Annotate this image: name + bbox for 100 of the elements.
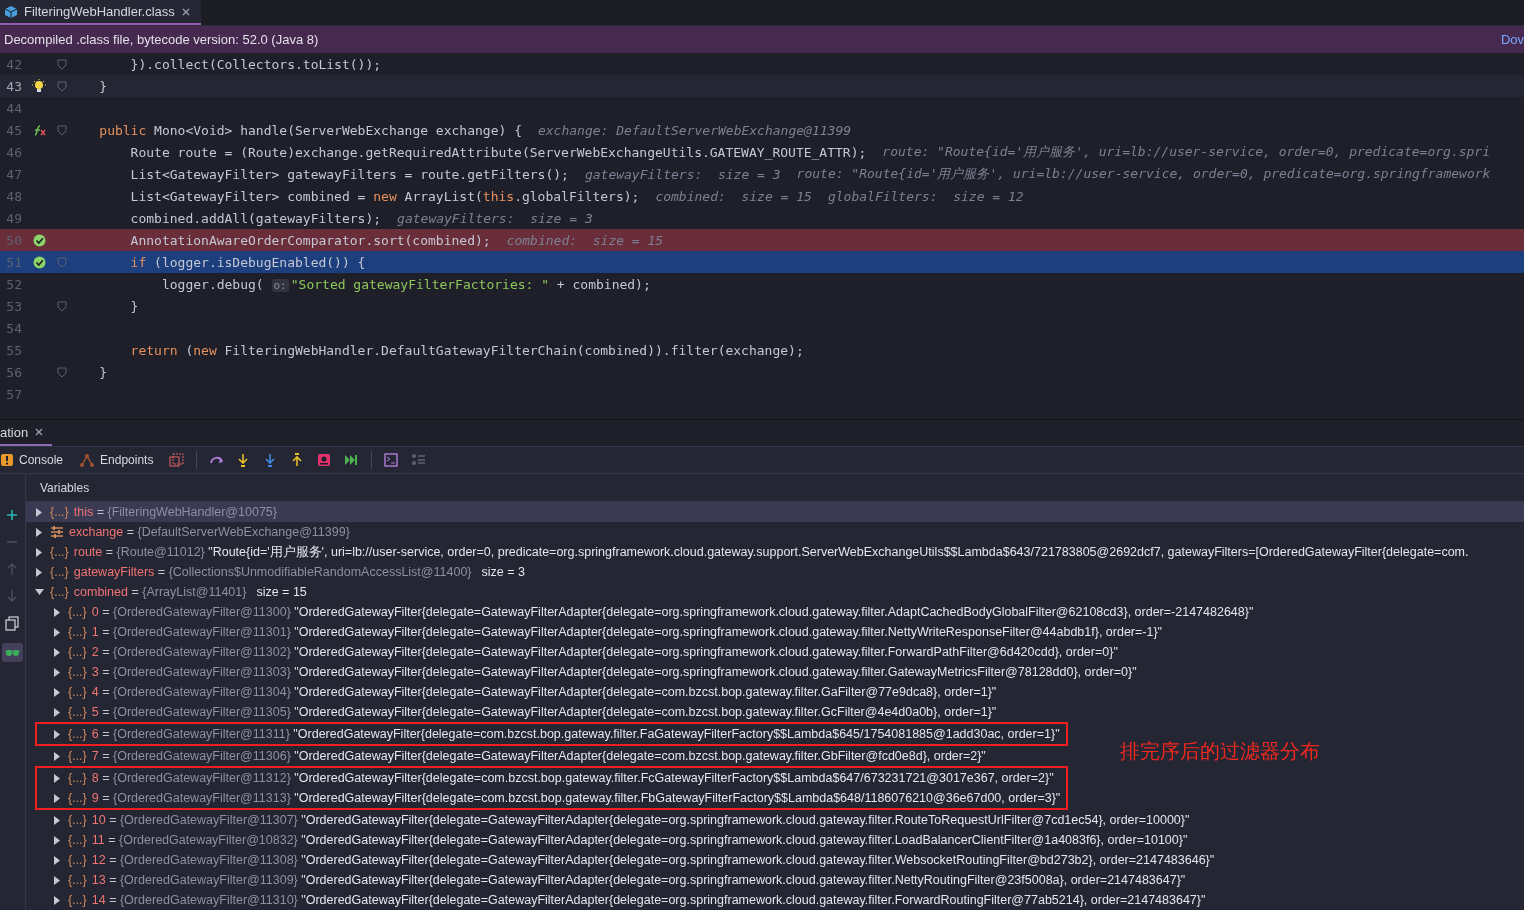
object-glyph: {...} [68, 749, 87, 763]
line-number: 57 [5, 386, 22, 402]
code-text: logger.debug( o: "Sorted gatewayFilterFactories: " + combined); [160, 276, 651, 292]
line-number: 42 [5, 56, 22, 72]
object-glyph: {...} [68, 813, 87, 827]
sliders-icon [50, 525, 64, 539]
resume-icon[interactable] [344, 452, 360, 468]
inline-hint: route: "Route{id='用户服务', uri=lb://user-service, order=0, predicate=org.spri [882, 143, 1491, 161]
code-text: } [98, 78, 108, 94]
object-glyph: {...} [68, 791, 87, 805]
variable-text: route = {Route@11012} "Route{id='用户服务', uri=lb://user-service, order=0, predicate=org.springframework.cloud.gateway.support.ServerWebExchangeUtils$$Lambda$643/721783805@2692dcf7, gatewayFilters=[OrderedGatewayFilter{delegate=com. [73, 543, 1469, 561]
collapsed-arrow-icon[interactable] [51, 626, 63, 638]
inline-hint: gatewayFilters: size = 3 [584, 166, 781, 182]
object-glyph: {...} [50, 545, 69, 559]
line-number: 52 [5, 276, 22, 292]
variable-text: 3 = {OrderedGatewayFilter@11303} "OrderedGatewayFilter{delegate=GatewayFilterAdapter{delegate=org.springframework.cloud.gateway.filter.GatewayMetricsFilter@78128dd0}, order=0}" [91, 665, 1137, 679]
frames-icon[interactable] [169, 452, 185, 468]
collapsed-arrow-icon[interactable] [33, 506, 45, 518]
toolbar-tab[interactable]: Endpoints [79, 452, 158, 468]
variable-text: 11 = {OrderedGatewayFilter@10832} "OrderedGatewayFilter{delegate=GatewayFilterAdapter{delegate=org.springframework.cloud.gateway.filter.LoadBalancerClientFilter@1a4083f6}, order=10100}" [91, 833, 1188, 847]
collapsed-arrow-icon[interactable] [51, 874, 63, 886]
drop-frame-icon[interactable] [317, 452, 333, 468]
collapsed-arrow-icon[interactable] [51, 894, 63, 906]
collapsed-arrow-icon[interactable] [51, 750, 63, 762]
variable-text: 12 = {OrderedGatewayFilter@11308} "OrderedGatewayFilter{delegate=GatewayFilterAdapter{delegate=org.springframework.cloud.gateway.filter.WebsocketRoutingFilter@bd273b2}, order=2147483646}" [91, 853, 1215, 867]
collapsed-arrow-icon[interactable] [33, 566, 45, 578]
fold-icon[interactable] [57, 58, 67, 70]
collapsed-arrow-icon[interactable] [51, 814, 63, 826]
line-number: 49 [5, 210, 22, 226]
variable-text: 2 = {OrderedGatewayFilter@11302} "OrderedGatewayFilter{delegate=GatewayFilterAdapter{delegate=org.springframework.cloud.gateway.filter.ForwardPathFilter@6d420cdd}, order=0}" [91, 645, 1118, 659]
inline-hint: combined: size = 15 [506, 232, 664, 248]
object-glyph: {...} [68, 771, 87, 785]
inline-hint: combined: size = 15 [655, 188, 812, 204]
object-glyph: {...} [68, 853, 87, 867]
editor-tab[interactable]: FilteringWebHandler.class [0, 0, 201, 25]
nodes-icon [79, 452, 96, 468]
collapsed-arrow-icon[interactable] [51, 792, 63, 804]
variable-text: 1 = {OrderedGatewayFilter@11301} "OrderedGatewayFilter{delegate=GatewayFilterAdapter{delegate=org.springframework.cloud.gateway.filter.NettyWriteResponseFilter@44abdb1f}, order=-1}" [91, 625, 1163, 639]
fold-icon[interactable] [57, 124, 67, 136]
collapsed-arrow-icon[interactable] [33, 526, 45, 538]
copy-icon[interactable] [5, 616, 20, 631]
collapsed-arrow-icon[interactable] [51, 606, 63, 618]
collapsed-arrow-icon[interactable] [51, 666, 63, 678]
object-glyph: {...} [68, 893, 87, 907]
line-number: 44 [5, 100, 22, 116]
fold-icon[interactable] [57, 80, 67, 92]
object-glyph: {...} [50, 585, 69, 599]
line-number: 43 [5, 78, 22, 94]
collapsed-arrow-icon[interactable] [51, 834, 63, 846]
fold-icon[interactable] [57, 300, 67, 312]
annotation-label: 排完序后的过滤器分布 [1120, 739, 1320, 764]
collapsed-arrow-icon[interactable] [51, 706, 63, 718]
banner-link[interactable]: Dov [1500, 32, 1524, 47]
collapsed-arrow-icon[interactable] [51, 772, 63, 784]
debug-tab[interactable]: ation [0, 420, 53, 446]
collapsed-arrow-icon[interactable] [51, 646, 63, 658]
variable-text: 13 = {OrderedGatewayFilter@11309} "OrderedGatewayFilter{delegate=GatewayFilterAdapter{delegate=org.springframework.cloud.gateway.filter.NettyRoutingFilter@23f5008a}, order=2147483647}" [91, 873, 1186, 887]
variable-text: combined = {ArrayList@11401} [73, 585, 247, 599]
terminal-icon[interactable] [384, 452, 400, 468]
object-glyph: {...} [68, 727, 87, 741]
variable-text: 7 = {OrderedGatewayFilter@11306} "OrderedGatewayFilter{delegate=GatewayFilterAdapter{delegate=com.bzcst.bop.gateway.filter.GbFilter@fcd0e8d}, order=2}" [91, 749, 986, 763]
inline-hint: route: "Route{id='用户服务', uri=lb://user-service, order=0, predicate=org.springframework [796, 165, 1491, 183]
collapsed-arrow-icon[interactable] [51, 728, 63, 740]
variable-text: 9 = {OrderedGatewayFilter@11313} "OrderedGatewayFilter{delegate=com.bzcst.bop.gateway.filter.FbGatewayFilterFactory$$Lambda$648/1186076210@36e67d00, order=3}" [91, 791, 1061, 805]
object-glyph: {...} [50, 505, 69, 519]
collapsed-arrow-icon[interactable] [51, 854, 63, 866]
toolbar-tab[interactable]: Console [0, 453, 68, 467]
code-text: combined.addAll(gatewayFilters); [129, 210, 382, 226]
object-glyph: {...} [68, 833, 87, 847]
variable-text: 10 = {OrderedGatewayFilter@11307} "OrderedGatewayFilter{delegate=GatewayFilterAdapter{delegate=org.springframework.cloud.gateway.filter.RouteToRequestUrlFilter@7cd1ec54}, order=10000}" [91, 813, 1190, 827]
code-text: List<GatewayFilter> gatewayFilters = route.getFilters(); [129, 166, 569, 182]
object-glyph: {...} [68, 873, 87, 887]
object-glyph: {...} [68, 605, 87, 619]
object-glyph: {...} [68, 625, 87, 639]
line-number: 54 [5, 320, 22, 336]
variable-text: this = {FilteringWebHandler@10075} [73, 505, 277, 519]
plus-icon[interactable] [5, 508, 20, 523]
close-icon[interactable] [180, 6, 191, 17]
object-glyph: {...} [68, 665, 87, 679]
collapsed-arrow-icon[interactable] [51, 686, 63, 698]
fold-icon[interactable] [57, 366, 67, 378]
variable-text: 0 = {OrderedGatewayFilter@11300} "OrderedGatewayFilter{delegate=GatewayFilterAdapter{delegate=org.springframework.cloud.gateway.filter.AdaptCachedBodyGlobalFilter@62108cd3}, order=-2147482648}" [91, 605, 1254, 619]
line-number: 51 [5, 254, 22, 270]
close-icon[interactable] [34, 427, 45, 437]
expanded-arrow-icon[interactable] [33, 586, 45, 598]
glasses-icon[interactable] [2, 643, 23, 662]
variable-text: 4 = {OrderedGatewayFilter@11304} "OrderedGatewayFilter{delegate=GatewayFilterAdapter{delegate=com.bzcst.bop.gateway.filter.GaFilter@77e9dca8}, order=1}" [91, 685, 997, 699]
line-number: 53 [5, 298, 22, 314]
code-text: AnnotationAwareOrderComparator.sort(combined); [129, 232, 491, 248]
object-glyph: {...} [50, 565, 69, 579]
cube-icon [4, 4, 18, 19]
code-text: } [98, 364, 108, 380]
code-text: List<GatewayFilter> combined = new ArrayList(this.globalFilters); [129, 188, 640, 204]
list-icon[interactable] [411, 452, 427, 468]
line-number: 48 [5, 188, 22, 204]
line-number: 56 [5, 364, 22, 380]
code-text: }).collect(Collectors.toList()); [129, 56, 382, 72]
variable-text: gatewayFilters = {Collections$UnmodifiableRandomAccessList@11400} [73, 565, 472, 579]
collapsed-arrow-icon[interactable] [33, 546, 45, 558]
variable-text: 5 = {OrderedGatewayFilter@11305} "OrderedGatewayFilter{delegate=GatewayFilterAdapter{delegate=com.bzcst.bop.gateway.filter.GcFilter@4e4d0a0b}, order=1}" [91, 705, 997, 719]
